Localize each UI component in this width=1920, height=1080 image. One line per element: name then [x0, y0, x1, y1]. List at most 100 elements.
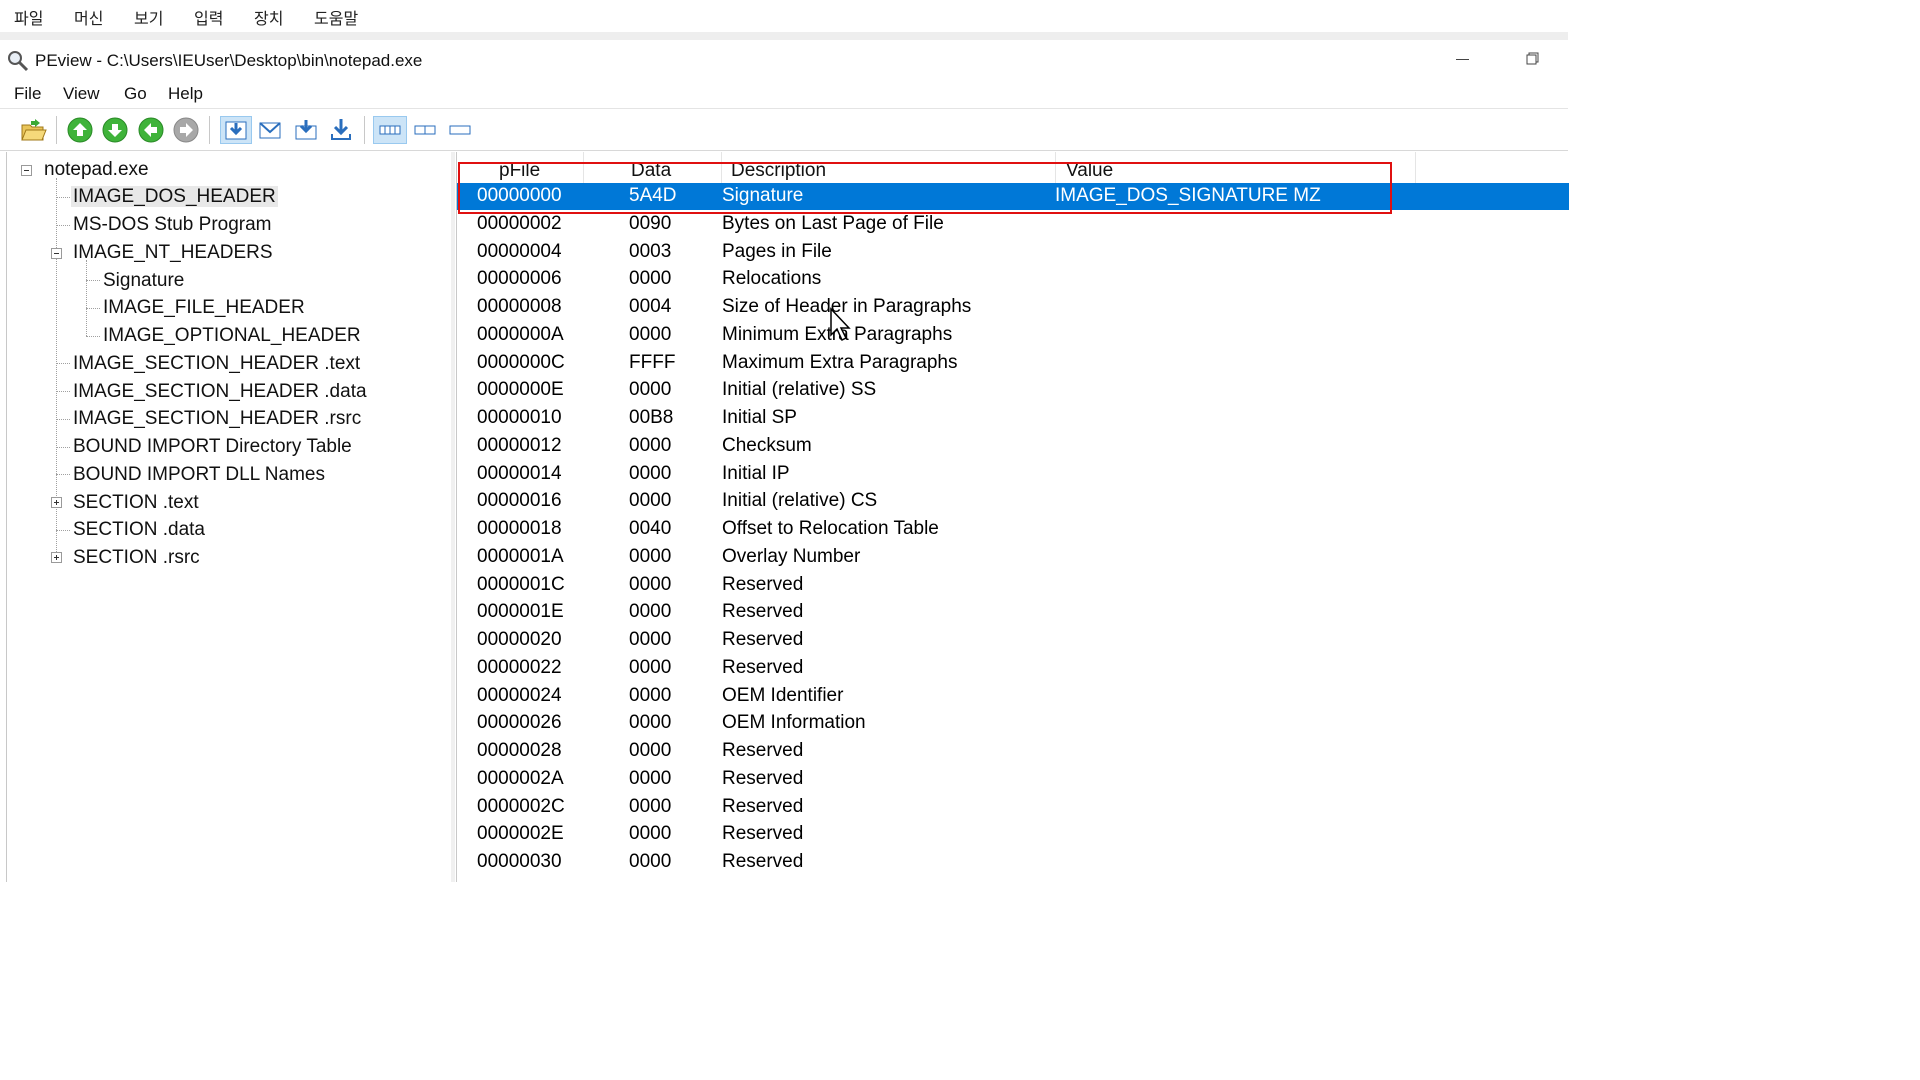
table-row[interactable]: 0000002E 0000 Reserved	[457, 821, 1569, 848]
table-row[interactable]: 00000028 0000 Reserved	[457, 738, 1569, 765]
table-row[interactable]: 00000000 5A4D Signature IMAGE_DOS_SIGNATURE…	[457, 183, 1569, 210]
data-cell: 0000	[629, 684, 672, 706]
pfile-cell: 00000022	[477, 656, 562, 678]
table-row[interactable]: 00000010 00B8 Initial SP	[457, 405, 1569, 432]
tree-item-ms-dos-stub[interactable]: MS-DOS Stub Program	[73, 213, 272, 237]
table-row[interactable]: 00000026 0000 OEM Information	[457, 710, 1569, 737]
table-row[interactable]: 00000016 0000 Initial (relative) CS	[457, 488, 1569, 515]
table-row[interactable]: 0000000E 0000 Initial (relative) SS	[457, 377, 1569, 404]
column-header-description[interactable]: Description	[731, 160, 826, 182]
tree-item-section-header-data[interactable]: IMAGE_SECTION_HEADER .data	[73, 380, 367, 404]
table-row[interactable]: 0000002C 0000 Reserved	[457, 794, 1569, 821]
pfile-cell: 00000020	[477, 629, 562, 650]
column-header-value[interactable]: Value	[1066, 160, 1113, 182]
menu-go[interactable]: Go	[124, 84, 147, 104]
column-divider[interactable]	[583, 152, 584, 183]
description-cell: Initial (relative) CS	[722, 490, 878, 512]
menu-file[interactable]: File	[14, 84, 41, 104]
open-button[interactable]	[19, 116, 47, 144]
table-row[interactable]: 00000002 0090 Bytes on Last Page of File	[457, 211, 1569, 238]
back-button[interactable]	[137, 116, 165, 144]
table-row[interactable]: 00000012 0000 Checksum	[457, 433, 1569, 460]
description-cell: Reserved	[722, 629, 804, 650]
data-cell: 0040	[629, 518, 672, 539]
tree-item-section-rsrc[interactable]: SECTION .rsrc	[73, 546, 200, 570]
table-row[interactable]: 00000018 0040 Offset to Relocation Table	[457, 516, 1569, 543]
pfile-cell: 00000000	[477, 185, 562, 206]
description-cell: Relocations	[722, 268, 822, 290]
tree-item-bound-import-dll-names[interactable]: BOUND IMPORT DLL Names	[73, 463, 325, 487]
view-mail-button[interactable]	[256, 116, 284, 144]
pfile-cell: 0000002C	[477, 795, 565, 817]
column-header-pfile[interactable]: pFile	[499, 160, 540, 182]
tree-item-image-optional-header[interactable]: IMAGE_OPTIONAL_HEADER	[103, 324, 361, 348]
view-narrow-icon	[449, 125, 471, 135]
tree-item-signature[interactable]: Signature	[103, 269, 184, 293]
table-row[interactable]: 0000001C 0000 Reserved	[457, 572, 1569, 599]
data-cell: 0000	[629, 795, 672, 817]
view-import-button[interactable]	[327, 116, 355, 144]
pfile-cell: 0000002E	[477, 823, 564, 845]
table-row[interactable]: 00000004 0003 Pages in File	[457, 239, 1569, 266]
tree-item-image-nt-headers[interactable]: IMAGE_NT_HEADERS	[73, 241, 273, 265]
menu-view[interactable]: View	[63, 84, 100, 104]
expand-toggle[interactable]	[51, 552, 62, 563]
view-export-button[interactable]	[292, 116, 320, 144]
vm-menu-view[interactable]: 보기	[134, 5, 163, 29]
tree-pane[interactable]: notepad.exe IMAGE_DOS_HEADER MS-DOS Stub…	[6, 152, 452, 882]
table-row[interactable]: 00000006 0000 Relocations	[457, 266, 1569, 293]
collapse-toggle[interactable]	[21, 165, 32, 176]
table-row[interactable]: 00000014 0000 Initial IP	[457, 461, 1569, 488]
menu-help[interactable]: Help	[168, 84, 203, 104]
table-row[interactable]: 0000001E 0000 Reserved	[457, 599, 1569, 626]
table-row[interactable]: 0000000A 0000 Minimum Extra Paragraphs	[457, 322, 1569, 349]
table-row[interactable]: 00000022 0000 Reserved	[457, 655, 1569, 682]
vm-menu-file[interactable]: 파일	[14, 5, 43, 29]
table-row[interactable]: 00000020 0000 Reserved	[457, 627, 1569, 654]
tree-item-notepad-exe[interactable]: notepad.exe	[44, 158, 149, 182]
minimize-button[interactable]	[1448, 44, 1478, 74]
vm-menu-machine[interactable]: 머신	[74, 5, 103, 29]
table-row[interactable]: 0000002A 0000 Reserved	[457, 766, 1569, 793]
table-row[interactable]: 0000001A 0000 Overlay Number	[457, 544, 1569, 571]
pfile-cell: 00000028	[477, 740, 562, 761]
table-row[interactable]: 00000024 0000 OEM Identifier	[457, 683, 1569, 710]
down-button[interactable]	[101, 116, 129, 144]
table-row[interactable]: 00000030 0000 Reserved	[457, 849, 1569, 876]
column-header-data[interactable]: Data	[631, 160, 671, 182]
column-divider[interactable]	[1055, 152, 1056, 183]
tree-item-section-data[interactable]: SECTION .data	[73, 518, 205, 542]
column-divider[interactable]	[721, 152, 722, 183]
up-button[interactable]	[66, 116, 94, 144]
view-wide-button[interactable]	[373, 116, 407, 144]
description-cell: Reserved	[722, 656, 804, 678]
pfile-cell: 0000002A	[477, 767, 564, 789]
detail-list[interactable]: pFile Data Description Value 00000000 5A4…	[456, 152, 1569, 882]
vm-menu-help[interactable]: 도움말	[314, 5, 358, 29]
vm-menu-devices[interactable]: 장치	[254, 5, 283, 29]
table-row[interactable]: 0000000C FFFF Maximum Extra Paragraphs	[457, 350, 1569, 377]
tree-item-section-header-text[interactable]: IMAGE_SECTION_HEADER .text	[73, 352, 360, 376]
vm-menu-input[interactable]: 입력	[194, 5, 223, 29]
magnifier-app-icon	[8, 51, 29, 72]
tree-item-section-text[interactable]: SECTION .text	[73, 491, 199, 515]
tree-item-bound-import-table[interactable]: BOUND IMPORT Directory Table	[73, 435, 352, 459]
data-cell: 5A4D	[629, 185, 677, 206]
tree-item-section-header-rsrc[interactable]: IMAGE_SECTION_HEADER .rsrc	[73, 407, 361, 431]
collapse-toggle[interactable]	[51, 248, 62, 259]
pfile-cell: 00000014	[477, 462, 562, 484]
description-cell: Reserved	[722, 851, 804, 872]
forward-button[interactable]	[172, 116, 200, 144]
view-download-button[interactable]	[220, 116, 252, 144]
tree-item-image-dos-header[interactable]: IMAGE_DOS_HEADER	[71, 185, 278, 209]
column-divider[interactable]	[1415, 152, 1416, 183]
view-mail-icon	[259, 122, 281, 139]
pfile-cell: 00000012	[477, 434, 562, 456]
view-narrow-button[interactable]	[446, 116, 474, 144]
table-row[interactable]: 00000008 0004 Size of Header in Paragraphs	[457, 294, 1569, 321]
tree-item-image-file-header[interactable]: IMAGE_FILE_HEADER	[103, 296, 305, 320]
expand-toggle[interactable]	[51, 497, 62, 508]
restore-button[interactable]	[1518, 44, 1548, 74]
view-medium-button[interactable]	[411, 116, 439, 144]
pane-splitter[interactable]	[451, 152, 455, 882]
